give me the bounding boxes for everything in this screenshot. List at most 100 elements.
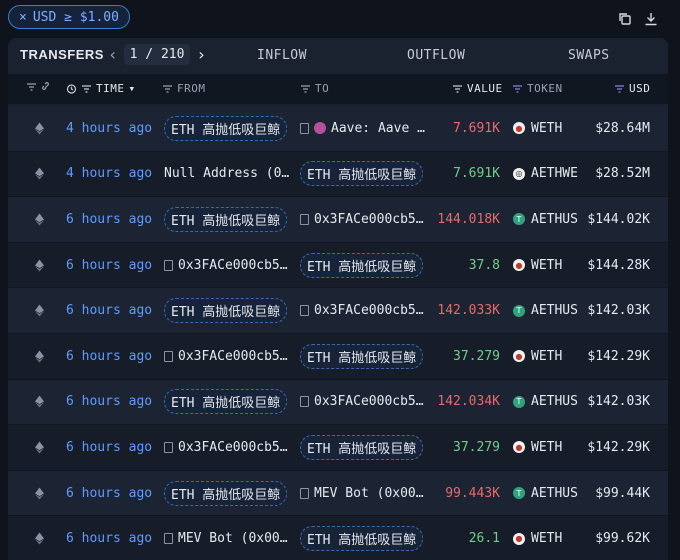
table-row[interactable]: 6 hours ago ETH 高抛低吸巨鲸 0x3FACe000cb5… 14… (8, 197, 668, 243)
from-entity-pill[interactable]: ETH 高抛低吸巨鲸 (164, 480, 288, 506)
time-link[interactable]: 6 hours ago (66, 288, 152, 333)
filter-icon (453, 84, 462, 93)
prev-page-icon[interactable]: ‹ (106, 45, 120, 64)
time-link[interactable]: 6 hours ago (66, 380, 152, 425)
token-header[interactable]: TOKEN (512, 82, 563, 95)
table-row[interactable]: 6 hours ago ETH 高抛低吸巨鲸 MEV Bot (0x00… 99… (8, 470, 668, 517)
aethus-token-icon: T (513, 213, 525, 226)
to-cell: 0x3FACe000cb5… (300, 197, 433, 242)
time-link[interactable]: 6 hours ago (66, 243, 152, 288)
token-cell[interactable]: ● WETH (513, 425, 579, 470)
usd-cell: $142.29K (587, 439, 650, 455)
chain-filter-header[interactable] (26, 82, 52, 92)
ethereum-chain-icon (35, 425, 47, 470)
value-header[interactable]: VALUE (452, 82, 503, 95)
to-address[interactable]: 0x3FACe000cb5… (300, 303, 424, 318)
tab-swaps[interactable]: SWAPS (568, 48, 610, 63)
copy-icon[interactable] (618, 12, 632, 30)
to-entity-pill[interactable]: ETH 高抛低吸巨鲸 (300, 434, 424, 460)
sort-desc-icon[interactable]: ▾ (129, 82, 136, 95)
from-address[interactable]: 0x3FACe000cb5… (164, 258, 288, 273)
next-page-icon[interactable]: › (194, 45, 208, 64)
aethwe-token-icon: ◎ (513, 167, 525, 180)
ethereum-chain-icon (35, 106, 47, 151)
time-link[interactable]: 4 hours ago (66, 152, 152, 197)
usd-header[interactable]: USD (614, 82, 650, 95)
to-entity-pill[interactable]: ETH 高抛低吸巨鲸 (300, 252, 424, 278)
value-cell: 142.034K (437, 394, 500, 410)
table-row[interactable]: 6 hours ago 0x3FACe000cb5… ETH 高抛低吸巨鲸 37… (8, 242, 668, 289)
table-row[interactable]: 6 hours ago MEV Bot (0x00… ETH 高抛低吸巨鲸 26… (8, 516, 668, 560)
usd-cell: $144.02K (587, 211, 650, 227)
table-row[interactable]: 6 hours ago 0x3FACe000cb5… ETH 高抛低吸巨鲸 37… (8, 333, 668, 380)
ethereum-chain-icon (35, 334, 47, 379)
time-header[interactable]: TIME ▾ (66, 82, 136, 95)
to-address-label: 0x3FACe000cb5… (314, 303, 424, 319)
token-cell[interactable]: T AETHUS (513, 380, 579, 425)
token-cell[interactable]: ◎ AETHWE (513, 152, 579, 197)
value-cell: 142.033K (437, 303, 500, 319)
transfers-panel: TRANSFERS ‹ 1 / 210 › INFLOW OUTFLOW SWA… (8, 38, 668, 560)
token-cell[interactable]: T AETHUS (513, 471, 579, 516)
ethereum-chain-icon (35, 288, 47, 333)
table-row[interactable]: 6 hours ago 0x3FACe000cb5… ETH 高抛低吸巨鲸 37… (8, 425, 668, 471)
table-row[interactable]: 4 hours ago ETH 高抛低吸巨鲸 Aave: Aave … 7.69… (8, 106, 668, 152)
table-row[interactable]: 4 hours ago Null Address (0… ETH 高抛低吸巨鲸 … (8, 151, 668, 198)
time-link[interactable]: 4 hours ago (66, 106, 152, 151)
top-actions (618, 12, 658, 30)
time-link[interactable]: 6 hours ago (66, 334, 152, 379)
from-cell: ETH 高抛低吸巨鲸 (164, 106, 299, 151)
to-entity-pill[interactable]: ETH 高抛低吸巨鲸 (300, 526, 424, 552)
to-entity-pill[interactable]: ETH 高抛低吸巨鲸 (300, 161, 424, 187)
value-cell: 37.279 (453, 439, 500, 455)
to-entity-pill[interactable]: ETH 高抛低吸巨鲸 (300, 343, 424, 369)
token-cell[interactable]: ● WETH (513, 243, 579, 288)
table-row[interactable]: 6 hours ago ETH 高抛低吸巨鲸 0x3FACe000cb5… 14… (8, 379, 668, 426)
from-entity-pill[interactable]: ETH 高抛低吸巨鲸 (164, 389, 288, 415)
to-cell: ETH 高抛低吸巨鲸 (300, 334, 433, 379)
contract-icon (300, 396, 309, 408)
token-cell[interactable]: ● WETH (513, 516, 579, 560)
from-address[interactable]: MEV Bot (0x00… (164, 531, 288, 546)
weth-token-icon: ● (513, 122, 525, 135)
token-cell[interactable]: ● WETH (513, 106, 579, 151)
token-symbol: WETH (531, 531, 563, 547)
from-address[interactable]: Null Address (0… (164, 166, 289, 181)
time-link[interactable]: 6 hours ago (66, 425, 152, 470)
token-header-label: TOKEN (527, 82, 563, 95)
token-cell[interactable]: T AETHUS (513, 197, 579, 242)
time-link[interactable]: 6 hours ago (66, 471, 152, 516)
usd-cell: $142.03K (587, 394, 650, 410)
from-entity-pill[interactable]: ETH 高抛低吸巨鲸 (164, 298, 288, 324)
to-address[interactable]: Aave: Aave … (300, 121, 425, 136)
from-address[interactable]: 0x3FACe000cb5… (164, 349, 288, 364)
token-symbol: AETHUS (531, 303, 578, 319)
tab-outflow[interactable]: OUTFLOW (407, 48, 465, 63)
tab-bar: TRANSFERS ‹ 1 / 210 › INFLOW OUTFLOW SWA… (8, 38, 668, 74)
to-cell: ETH 高抛低吸巨鲸 (300, 243, 433, 288)
from-entity-pill[interactable]: ETH 高抛低吸巨鲸 (164, 115, 288, 141)
time-link[interactable]: 6 hours ago (66, 516, 152, 560)
from-address[interactable]: 0x3FACe000cb5… (164, 440, 288, 455)
from-header[interactable]: FROM (162, 82, 206, 95)
download-icon[interactable] (644, 12, 658, 30)
from-entity-pill[interactable]: ETH 高抛低吸巨鲸 (164, 206, 288, 232)
remove-filter-icon[interactable]: × (19, 10, 27, 25)
token-cell[interactable]: T AETHUS (513, 288, 579, 333)
to-header[interactable]: TO (300, 82, 329, 95)
ethereum-chain-icon (35, 380, 47, 425)
time-link[interactable]: 6 hours ago (66, 197, 152, 242)
token-symbol: WETH (531, 257, 563, 273)
tab-transfers[interactable]: TRANSFERS (20, 47, 104, 62)
token-cell[interactable]: ● WETH (513, 334, 579, 379)
usd-filter-chip[interactable]: × USD ≥ $1.00 (8, 5, 130, 29)
column-headers: TIME ▾ FROM TO VALUE TOKEN USD (8, 74, 668, 104)
to-cell: ETH 高抛低吸巨鲸 (300, 516, 433, 560)
to-address[interactable]: 0x3FACe000cb5… (300, 394, 424, 409)
tab-inflow[interactable]: INFLOW (257, 48, 307, 63)
token-symbol: AETHUS (531, 485, 578, 501)
to-address-label: 0x3FACe000cb5… (314, 211, 424, 227)
to-address[interactable]: MEV Bot (0x00… (300, 486, 424, 501)
table-row[interactable]: 6 hours ago ETH 高抛低吸巨鲸 0x3FACe000cb5… 14… (8, 288, 668, 334)
to-address[interactable]: 0x3FACe000cb5… (300, 212, 424, 227)
